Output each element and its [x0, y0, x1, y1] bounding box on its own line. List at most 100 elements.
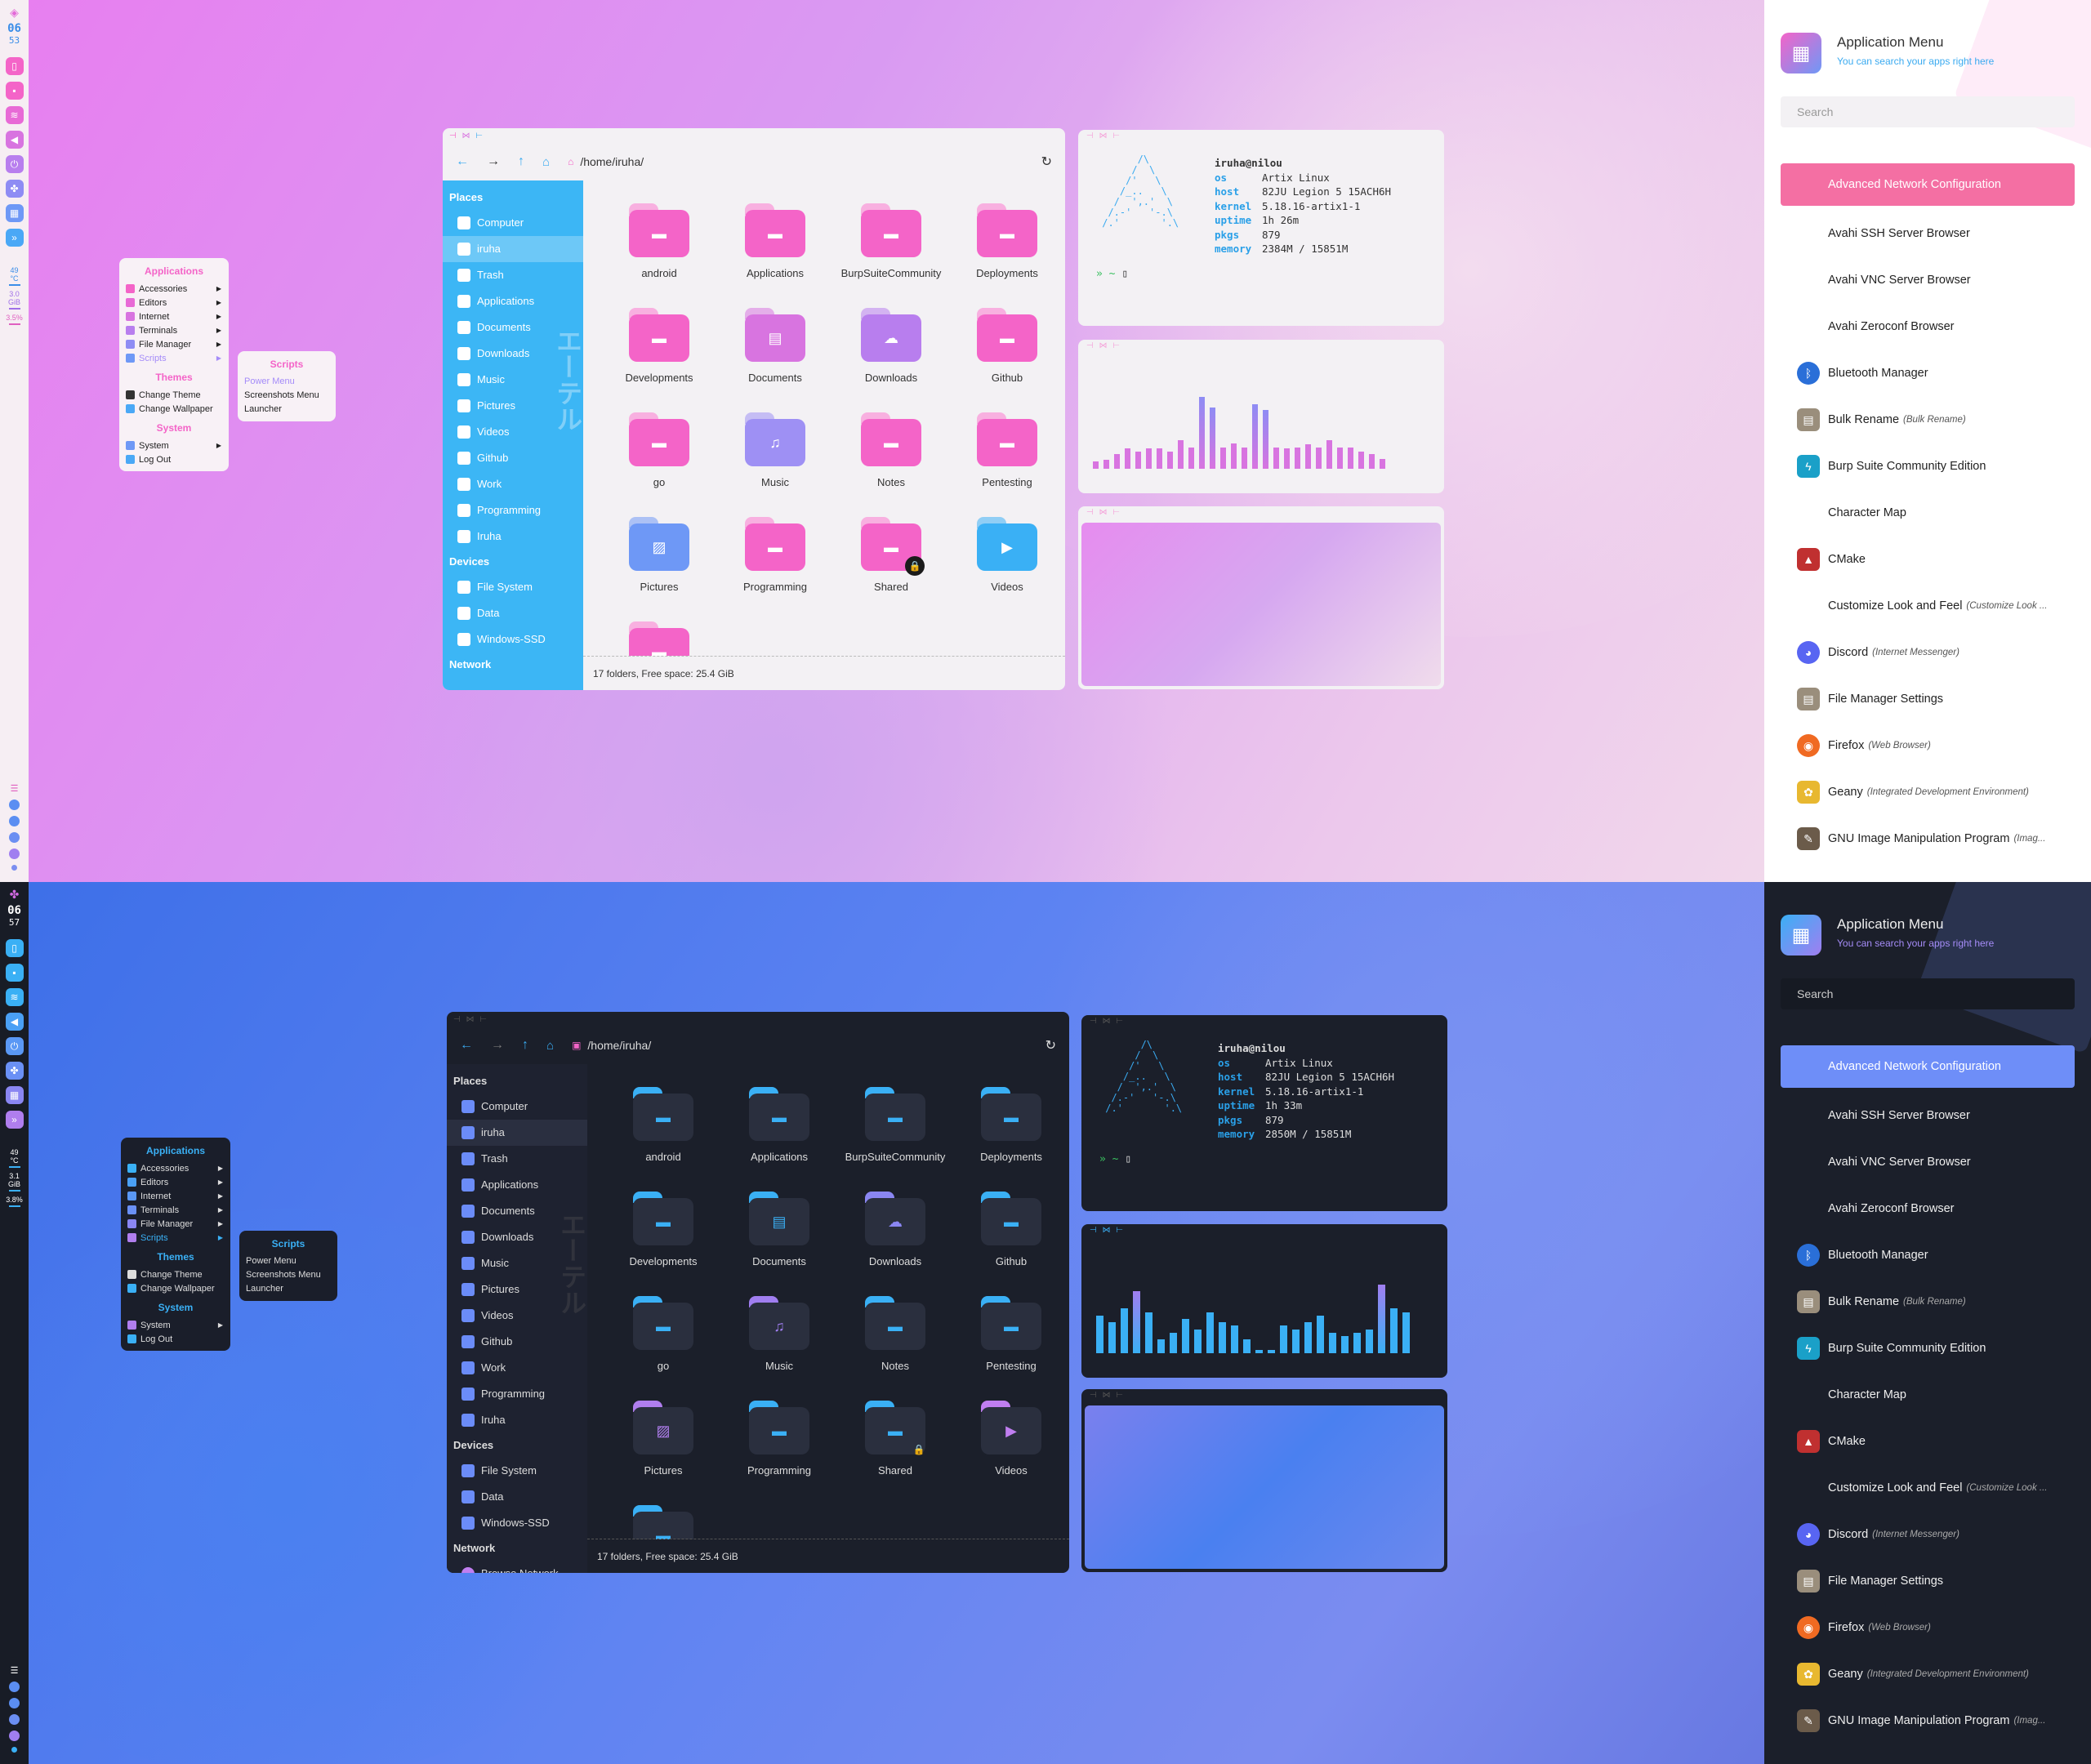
- folder-item[interactable]: ▬ Shared 🔒: [837, 1401, 953, 1505]
- launcher-icon[interactable]: ◈: [9, 7, 20, 18]
- expand-icon[interactable]: »: [5, 1111, 24, 1129]
- home-icon[interactable]: ⌂: [542, 155, 550, 169]
- fan-icon[interactable]: ✤: [5, 1062, 24, 1080]
- up-icon[interactable]: ↑: [518, 154, 524, 169]
- minimize-icon[interactable]: ⊢: [475, 131, 484, 140]
- folder-item[interactable]: ▬ BurpSuiteCommunity: [837, 1087, 953, 1192]
- sidebar-item-windows-ssd[interactable]: Windows-SSD: [443, 626, 583, 653]
- folder-item[interactable]: ▬ Github: [949, 308, 1065, 412]
- folder-item[interactable]: ▤ Documents: [717, 308, 833, 412]
- folder-item[interactable]: ☁ Downloads: [837, 1192, 953, 1296]
- app-item-avahi-vnc-server-browser[interactable]: Avahi VNC Server Browser: [1781, 256, 2075, 303]
- sidebar-item-windows-ssd[interactable]: Windows-SSD: [447, 1510, 587, 1536]
- app-item-cmake[interactable]: ▲ CMake: [1781, 536, 2075, 582]
- workspace-dot[interactable]: [9, 1731, 20, 1741]
- folder-item[interactable]: ▶ Videos: [953, 1401, 1069, 1505]
- phone-icon[interactable]: ▯: [5, 939, 24, 957]
- forward-icon[interactable]: →: [491, 1038, 504, 1053]
- menu-item-change-theme[interactable]: Change Theme: [123, 388, 225, 402]
- sidebar-item-iruha[interactable]: Iruha: [443, 523, 583, 550]
- menu-item-file-manager[interactable]: File Manager ▶: [125, 1217, 226, 1231]
- app-item-character-map[interactable]: Character Map: [1781, 489, 2075, 536]
- app-item-advanced-network-configuration[interactable]: Advanced Network Configuration: [1781, 163, 2075, 206]
- app-item-avahi-ssh-server-browser[interactable]: Avahi SSH Server Browser: [1781, 210, 2075, 256]
- sidebar-item-file-system[interactable]: File System: [447, 1458, 587, 1484]
- sidebar-item-iruha[interactable]: iruha: [447, 1120, 587, 1146]
- back-icon[interactable]: ←: [456, 154, 469, 169]
- folder-item[interactable]: ▬ Developments: [605, 1192, 721, 1296]
- app-item-bulk-rename[interactable]: ▤ Bulk Rename (Bulk Rename): [1781, 1278, 2075, 1325]
- sidebar-item-trash[interactable]: Trash: [443, 262, 583, 288]
- menu-item-terminals[interactable]: Terminals ▶: [123, 323, 225, 337]
- menu-item-accessories[interactable]: Accessories ▶: [123, 282, 225, 296]
- app-item-cmake[interactable]: ▲ CMake: [1781, 1418, 2075, 1464]
- folder-item[interactable]: ▤ Documents: [721, 1192, 837, 1296]
- app-item-gnu-image-manipulation-program[interactable]: ✎ GNU Image Manipulation Program (Imag...: [1781, 1697, 2075, 1744]
- sidebar-item-iruha[interactable]: iruha: [443, 236, 583, 262]
- app-item-geany[interactable]: ✿ Geany (Integrated Development Environmen…: [1781, 1650, 2075, 1697]
- sidebar-item-github[interactable]: Github: [443, 445, 583, 471]
- sidebar-item-computer[interactable]: Computer: [447, 1094, 587, 1120]
- script-power-menu[interactable]: Power Menu: [244, 375, 329, 389]
- script-launcher[interactable]: Launcher: [246, 1282, 331, 1296]
- wifi-icon[interactable]: ≋: [5, 988, 24, 1006]
- folder-item[interactable]: ▶ Videos: [949, 517, 1065, 621]
- minimize-icon[interactable]: ⊢: [479, 1015, 488, 1024]
- volume-icon[interactable]: ◀: [5, 131, 24, 149]
- app-item-character-map[interactable]: Character Map: [1781, 1371, 2075, 1418]
- folder-item[interactable]: ▬ Programming: [721, 1401, 837, 1505]
- folder-item[interactable]: ▬ BurpSuiteCommunity: [833, 203, 949, 308]
- grid-icon[interactable]: ▦: [5, 1086, 24, 1104]
- script-screenshots-menu[interactable]: Screenshots Menu: [246, 1268, 331, 1282]
- menu-item-system[interactable]: System ▶: [125, 1318, 226, 1332]
- folder-item[interactable]: ▬ android: [605, 1087, 721, 1192]
- sidebar-item-computer[interactable]: Computer: [443, 210, 583, 236]
- app-item-firefox[interactable]: ◉ Firefox (Web Browser): [1781, 722, 2075, 768]
- workspace-dot[interactable]: [9, 800, 20, 810]
- phone-icon[interactable]: ▯: [5, 57, 24, 75]
- folder-item[interactable]: ▬ android: [601, 203, 717, 308]
- menu-item-change-wallpaper[interactable]: Change Wallpaper: [123, 402, 225, 416]
- menu-item-file-manager[interactable]: File Manager ▶: [123, 337, 225, 351]
- folder-item[interactable]: ▨ Pictures: [605, 1401, 721, 1505]
- folder-item[interactable]: ▬ Applications: [721, 1087, 837, 1192]
- workspace-dot[interactable]: [9, 816, 20, 826]
- sidebar-item-programming[interactable]: Programming: [443, 497, 583, 523]
- folder-item[interactable]: ▬ Deployments: [949, 203, 1065, 308]
- up-icon[interactable]: ↑: [522, 1038, 528, 1053]
- workspace-dot-small[interactable]: [11, 865, 17, 871]
- power-icon[interactable]: ⏻: [5, 1037, 24, 1055]
- menu-item-accessories[interactable]: Accessories ▶: [125, 1161, 226, 1175]
- sidebar-item-file-system[interactable]: File System: [443, 574, 583, 600]
- save-icon[interactable]: ▪: [5, 964, 24, 982]
- back-icon[interactable]: ←: [460, 1038, 473, 1053]
- close-icon[interactable]: ⊣: [453, 1015, 462, 1024]
- maximize-icon[interactable]: ⋈: [462, 131, 472, 140]
- folder-item[interactable]: ▬ Notes: [833, 412, 949, 517]
- volume-icon[interactable]: ◀: [5, 1013, 24, 1031]
- app-item-discord[interactable]: ◕ Discord (Internet Messenger): [1781, 629, 2075, 675]
- search-input[interactable]: Search: [1781, 96, 2075, 127]
- sidebar-item-work[interactable]: Work: [447, 1355, 587, 1381]
- menu-icon[interactable]: ☰: [11, 1665, 19, 1676]
- path-bar[interactable]: /home/iruha/: [580, 155, 644, 168]
- script-screenshots-menu[interactable]: Screenshots Menu: [244, 389, 329, 403]
- sidebar-item-iruha[interactable]: Iruha: [447, 1407, 587, 1433]
- sidebar-item-browse-network[interactable]: Browse Network: [447, 1561, 587, 1573]
- sidebar-item-trash[interactable]: Trash: [447, 1146, 587, 1172]
- app-item-file-manager-settings[interactable]: ▤ File Manager Settings: [1781, 1557, 2075, 1604]
- app-item-geany[interactable]: ✿ Geany (Integrated Development Environmen…: [1781, 768, 2075, 815]
- folder-item[interactable]: ▬ Pentesting: [949, 412, 1065, 517]
- menu-item-log-out[interactable]: Log Out: [125, 1332, 226, 1346]
- folder-item[interactable]: ▨ Pictures: [601, 517, 717, 621]
- folder-item[interactable]: ▬: [601, 621, 717, 656]
- menu-icon[interactable]: ☰: [11, 783, 19, 794]
- app-item-customize-look-and-feel[interactable]: Customize Look and Feel (Customize Look .…: [1781, 582, 2075, 629]
- path-bar[interactable]: /home/iruha/: [587, 1039, 651, 1052]
- app-item-bluetooth-manager[interactable]: ᛒ Bluetooth Manager: [1781, 350, 2075, 396]
- workspace-dot-small[interactable]: [11, 1747, 17, 1753]
- sidebar-item-programming[interactable]: Programming: [447, 1381, 587, 1407]
- menu-item-editors[interactable]: Editors ▶: [123, 296, 225, 310]
- shell-prompt[interactable]: » ~ ▯: [1081, 1153, 1447, 1165]
- app-item-customize-look-and-feel[interactable]: Customize Look and Feel (Customize Look .…: [1781, 1464, 2075, 1511]
